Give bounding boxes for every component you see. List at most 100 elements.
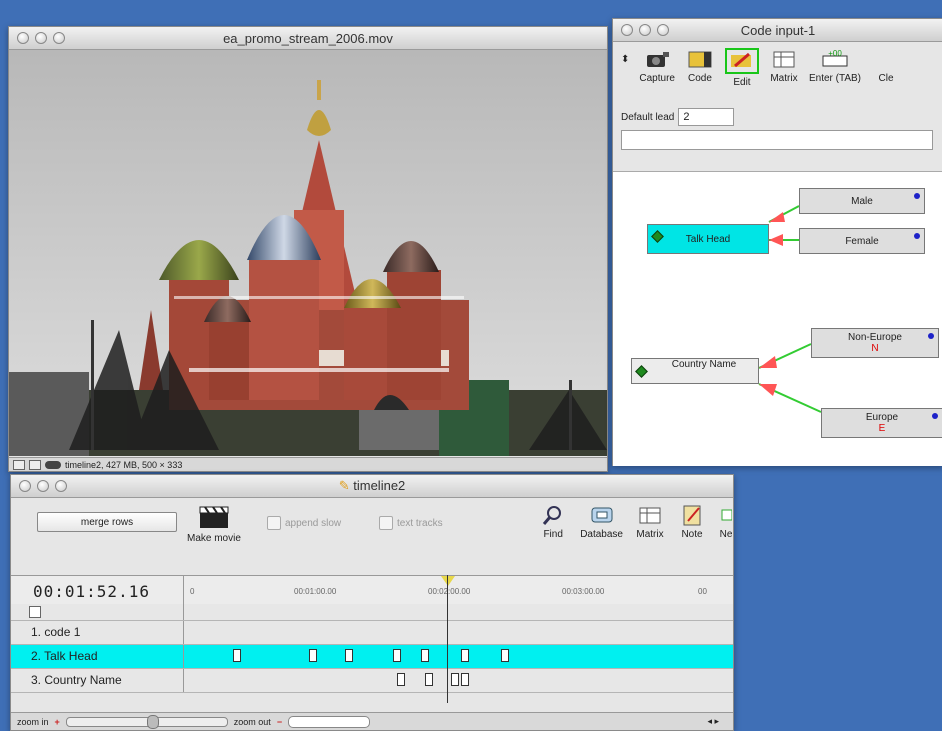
node-male[interactable]: Male: [799, 188, 925, 214]
make-movie-button[interactable]: Make movie: [187, 504, 241, 544]
default-lead-row: Default lead 2: [621, 108, 935, 126]
checkbox-box: [267, 516, 281, 530]
zoom-button[interactable]: [53, 32, 65, 44]
ruler-scale[interactable]: 0 00:01:00.00 00:02:00.00 00:03:00.00 00: [183, 576, 733, 604]
node-non-europe-label: Non-Europe: [848, 332, 902, 343]
code-cell[interactable]: [233, 649, 241, 662]
movie-titlebar[interactable]: ea_promo_stream_2006.mov: [9, 27, 607, 50]
capture-label: Capture: [639, 73, 675, 84]
code-toolbar: ⬍ Capture Code Edit Matrix +00 Enter (TA…: [613, 42, 942, 108]
code-cell[interactable]: [501, 649, 509, 662]
close-button[interactable]: [17, 32, 29, 44]
leaf-dot-icon: [914, 233, 920, 239]
enter-tab-label: Enter (TAB): [808, 73, 862, 84]
track-label: 3. Country Name: [31, 673, 122, 687]
track-code[interactable]: 1. code 1: [11, 621, 733, 645]
minimize-button[interactable]: [639, 24, 651, 36]
code-entry-field[interactable]: [621, 130, 933, 150]
matrix-button[interactable]: Matrix: [769, 48, 799, 84]
horizontal-scroll-thumb[interactable]: [288, 715, 371, 728]
code-cell[interactable]: [461, 649, 469, 662]
new-label: Ne: [719, 529, 733, 540]
track-label: 1. code 1: [31, 625, 81, 639]
code-tree-canvas[interactable]: Talk Head Male Female Country Name Non-E…: [613, 171, 942, 466]
size-toggle-icon[interactable]: [13, 459, 25, 470]
code-cell[interactable]: [309, 649, 317, 662]
timeline-window-controls: [11, 480, 67, 492]
svg-text:+00: +00: [828, 49, 842, 58]
track-header-row: [11, 604, 733, 621]
code-cell[interactable]: [421, 649, 429, 662]
zoom-in-icon[interactable]: +: [55, 717, 60, 727]
root-diamond-icon: [635, 365, 648, 378]
code-titlebar[interactable]: Code input-1: [613, 19, 942, 42]
clear-label: Cle: [878, 73, 894, 84]
enter-tab-button[interactable]: +00 Enter (TAB): [809, 48, 861, 84]
toolbar-stepper[interactable]: ⬍: [621, 48, 629, 65]
database-button[interactable]: Database: [580, 504, 623, 540]
zoom-button[interactable]: [657, 24, 669, 36]
eye-icon[interactable]: [45, 460, 61, 469]
zoom-out-icon[interactable]: −: [277, 717, 282, 727]
view-toggle-icon[interactable]: [29, 459, 41, 470]
node-talk-head[interactable]: Talk Head: [647, 224, 769, 254]
find-button[interactable]: Find: [538, 504, 568, 540]
code-cell[interactable]: [393, 649, 401, 662]
default-lead-input[interactable]: 2: [678, 108, 735, 126]
matrix-icon: [635, 504, 665, 526]
edit-button[interactable]: Edit: [724, 48, 759, 88]
zoom-out-label: zoom out: [233, 716, 271, 727]
database-icon: [587, 504, 617, 526]
checkbox-box: [379, 516, 393, 530]
minimize-button[interactable]: [35, 32, 47, 44]
code-cell[interactable]: [397, 673, 405, 686]
movie-title: ea_promo_stream_2006.mov: [223, 30, 393, 46]
new-button[interactable]: Ne: [719, 504, 733, 540]
timeline-titlebar[interactable]: ✎ timeline2: [11, 475, 733, 498]
default-lead-value: 2: [683, 111, 690, 123]
node-female[interactable]: Female: [799, 228, 925, 254]
movie-frame[interactable]: [9, 50, 607, 456]
code-cell[interactable]: [461, 673, 469, 686]
track-country-name[interactable]: 3. Country Name: [11, 669, 733, 693]
close-button[interactable]: [19, 480, 31, 492]
code-cell[interactable]: [451, 673, 459, 686]
append-slow-checkbox[interactable]: append slow: [267, 516, 341, 530]
code-input-window: Code input-1 ⬍ Capture Code Edit Matrix …: [612, 18, 942, 466]
capture-button[interactable]: Capture: [639, 48, 675, 84]
node-male-label: Male: [851, 195, 873, 207]
find-icon: [538, 504, 568, 526]
close-button[interactable]: [621, 24, 633, 36]
ruler-tick: 00:03:00.00: [562, 587, 605, 596]
merge-rows-button[interactable]: merge rows: [37, 512, 177, 532]
edit-icon: [724, 48, 759, 74]
playhead-handle[interactable]: [441, 576, 455, 586]
code-cell[interactable]: [425, 673, 433, 686]
code-button[interactable]: Code: [685, 48, 715, 84]
minimize-button[interactable]: [37, 480, 49, 492]
node-country-name[interactable]: Country Name: [631, 358, 759, 384]
track-talk-head[interactable]: 2. Talk Head: [11, 645, 733, 669]
ruler-tick: 00:01:00.00: [294, 587, 337, 596]
zoom-button[interactable]: [55, 480, 67, 492]
camera-icon: [642, 48, 672, 70]
text-tracks-label: text tracks: [397, 517, 443, 529]
enter-icon: +00: [820, 48, 850, 70]
code-fields: Default lead 2: [613, 108, 942, 150]
timeline-matrix-button[interactable]: Matrix: [635, 504, 665, 540]
track-label: 2. Talk Head: [31, 649, 98, 663]
timeline-ruler[interactable]: 00:01:52.16 0 00:01:00.00 00:02:00.00 00…: [11, 575, 733, 605]
timeline-title-text: timeline2: [353, 478, 406, 493]
movie-window-controls: [9, 32, 65, 44]
ruler-tick: 00:02:00.00: [428, 587, 471, 596]
clear-button[interactable]: Cle: [871, 48, 901, 84]
text-tracks-checkbox[interactable]: text tracks: [379, 516, 443, 530]
note-button[interactable]: Note: [677, 504, 707, 540]
track-toggle-icon[interactable]: [29, 606, 41, 618]
matrix-label: Matrix: [770, 73, 798, 84]
node-europe[interactable]: Europe E: [821, 408, 942, 438]
scroll-arrows-icon[interactable]: ◂ ▸: [707, 716, 719, 727]
zoom-slider[interactable]: [65, 714, 228, 729]
code-cell[interactable]: [345, 649, 353, 662]
node-non-europe[interactable]: Non-Europe N: [811, 328, 939, 358]
